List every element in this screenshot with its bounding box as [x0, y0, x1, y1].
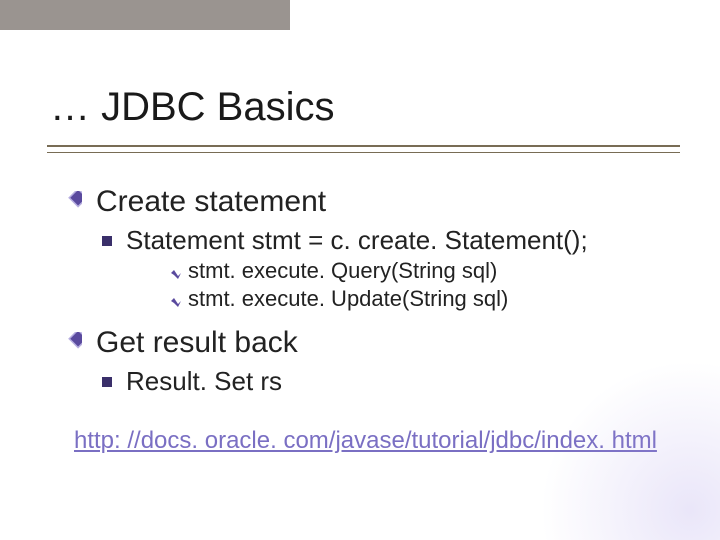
chevron-bullet-icon [170, 295, 182, 307]
list-item: Statement stmt = c. create. Statement(); [102, 225, 680, 256]
list-item: Create statement [60, 185, 680, 219]
list-item: Get result back [60, 326, 680, 360]
slide-body: Create statement Statement stmt = c. cre… [60, 185, 680, 455]
list-item-label: Get result back [96, 326, 298, 360]
list-item-label: Create statement [96, 185, 326, 219]
list-item: stmt. execute. Query(String sql) [170, 258, 680, 284]
accent-bar [0, 0, 290, 30]
square-bullet-icon [102, 236, 112, 246]
diamond-bullet-icon [60, 191, 82, 213]
square-bullet-icon [102, 377, 112, 387]
divider-thin [47, 152, 680, 153]
list-item-label: Statement stmt = c. create. Statement(); [126, 225, 588, 256]
list-item-label: stmt. execute. Query(String sql) [188, 258, 497, 284]
reference-link[interactable]: http: //docs. oracle. com/javase/tutoria… [74, 427, 657, 455]
list-item-label: Result. Set rs [126, 366, 282, 397]
diamond-bullet-icon [60, 332, 82, 354]
list-item: Result. Set rs [102, 366, 680, 397]
chevron-bullet-icon [170, 267, 182, 279]
divider-thick [47, 145, 680, 147]
list-item-label: stmt. execute. Update(String sql) [188, 286, 508, 312]
slide-title: … JDBC Basics [50, 85, 335, 130]
list-item: stmt. execute. Update(String sql) [170, 286, 680, 312]
slide: … JDBC Basics Create statement Statement… [0, 0, 720, 540]
